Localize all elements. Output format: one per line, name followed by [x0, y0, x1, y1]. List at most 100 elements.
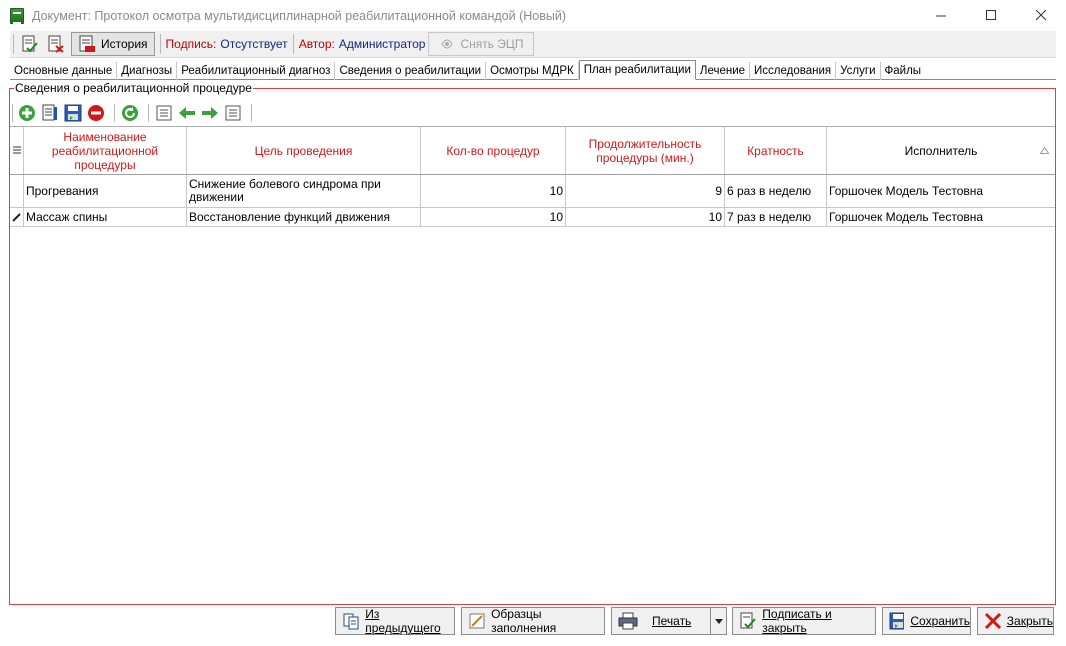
save-disk-icon	[64, 104, 82, 122]
columns-settings-button[interactable]	[223, 103, 243, 123]
column-header-performer[interactable]: Исполнитель	[827, 127, 1055, 174]
cell-performer[interactable]: Горшочек Модель Тестовна	[827, 208, 1055, 226]
toolbar-separator	[292, 34, 294, 54]
copy-from-previous-icon	[343, 613, 359, 630]
samples-pen-icon	[469, 613, 485, 629]
sign-close-icon	[740, 612, 756, 629]
history-log-icon	[79, 35, 95, 52]
maximize-button[interactable]	[966, 0, 1016, 31]
fill-samples-button[interactable]: Образцы заполнения	[461, 607, 605, 635]
tab-services[interactable]: Услуги	[836, 62, 881, 80]
cell-duration[interactable]: 10	[566, 208, 725, 226]
toolbar-separator	[114, 104, 115, 122]
table-row[interactable]: Массаж спины Восстановление функций движ…	[10, 208, 1055, 227]
minimize-button[interactable]	[916, 0, 966, 31]
delete-procedure-button[interactable]	[86, 103, 106, 123]
close-icon	[1035, 10, 1046, 21]
maximize-icon	[985, 10, 996, 20]
toolbar-separator	[159, 34, 161, 54]
minimize-icon	[935, 15, 946, 17]
group-legend: Сведения о реабилитационной процедуре	[14, 81, 253, 95]
remove-signature-label: Снять ЭЦП	[460, 37, 524, 51]
row-selector-header[interactable]	[10, 127, 24, 174]
toolbar-separator	[251, 104, 252, 122]
unsign-document-button[interactable]	[45, 33, 67, 55]
cell-count[interactable]: 10	[421, 208, 566, 226]
cell-frequency[interactable]: 7 раз в неделю	[725, 208, 827, 226]
column-header-goal[interactable]: Цель проведения	[187, 127, 421, 174]
signature-label: Подпись:	[165, 37, 217, 51]
pencil-edit-icon	[12, 212, 21, 222]
remove-signature-icon	[441, 39, 454, 49]
sort-ascending-icon	[1040, 147, 1049, 154]
cell-name[interactable]: Массаж спины	[24, 208, 187, 226]
document-check-icon	[22, 35, 38, 53]
remove-signature-button[interactable]: Снять ЭЦП	[428, 32, 535, 56]
document-cross-icon	[48, 35, 64, 53]
tab-diagnoses[interactable]: Диагнозы	[117, 62, 178, 80]
arrow-right-icon	[202, 107, 218, 119]
column-header-frequency[interactable]: Кратность	[725, 127, 827, 174]
print-button[interactable]: Печать	[611, 607, 711, 635]
edit-procedure-button[interactable]	[40, 103, 60, 123]
column-header-name[interactable]: Наименование реабилитационной процедуры	[24, 127, 187, 174]
add-procedure-button[interactable]	[17, 103, 37, 123]
procedures-table: Наименование реабилитационной процедуры …	[10, 126, 1055, 604]
sign-document-button[interactable]	[19, 33, 41, 55]
from-previous-label: Из предыдущего	[365, 607, 441, 635]
row-indicator[interactable]	[10, 175, 24, 207]
author-value: Администратор	[338, 37, 426, 51]
print-label: Печать	[652, 614, 692, 628]
save-button[interactable]: Сохранить	[882, 607, 971, 635]
tab-rehab-info[interactable]: Сведения о реабилитации	[335, 62, 487, 80]
tab-rehab-plan[interactable]: План реабилитации	[578, 60, 696, 80]
refresh-button[interactable]	[120, 103, 140, 123]
cell-goal[interactable]: Снижение болевого синдрома при движении	[187, 175, 421, 207]
close-window-button[interactable]	[1016, 0, 1066, 31]
tab-files[interactable]: Файлы	[881, 62, 926, 80]
sign-and-close-button[interactable]: Подписать и закрыть	[732, 607, 876, 635]
author-label: Автор:	[298, 37, 335, 51]
column-header-duration[interactable]: Продолжительность процедуры (мин.)	[566, 127, 725, 174]
column-chooser-icon	[12, 146, 21, 153]
history-label: История	[101, 37, 148, 51]
tab-rehab-diagnosis[interactable]: Реабилитационный диагноз	[177, 62, 336, 80]
add-icon	[19, 105, 35, 121]
cell-performer[interactable]: Горшочек Модель Тестовна	[827, 175, 1055, 207]
performer-header-label: Исполнитель	[904, 143, 978, 158]
tab-mdrk-exams[interactable]: Осмотры МДРК	[486, 62, 579, 80]
refresh-icon	[122, 105, 138, 121]
from-previous-button[interactable]: Из предыдущего	[335, 607, 455, 635]
document-app-icon	[10, 7, 24, 24]
toolbar-separator	[13, 34, 14, 54]
close-label: Закрыть	[1006, 614, 1053, 628]
toolbar-separator	[12, 104, 13, 122]
document-toolbar: История Подпись: Отсутствует Автор: Адми…	[10, 31, 1056, 58]
window-title: Документ: Протокол осмотра мультидисципл…	[32, 8, 566, 23]
cell-goal[interactable]: Восстановление функций движения	[187, 208, 421, 226]
save-disk-icon	[889, 612, 905, 630]
cell-frequency[interactable]: 6 раз в неделю	[725, 175, 827, 207]
columns-list-icon	[156, 105, 172, 121]
tab-research[interactable]: Исследования	[750, 62, 837, 80]
close-button[interactable]: Закрыть	[977, 607, 1054, 635]
move-left-button[interactable]	[177, 103, 197, 123]
procedure-toolbar	[12, 102, 257, 124]
columns-button[interactable]	[154, 103, 174, 123]
save-procedure-button[interactable]	[63, 103, 83, 123]
print-dropdown-button[interactable]	[710, 607, 727, 635]
cell-name[interactable]: Прогревания	[24, 175, 187, 207]
cell-duration[interactable]: 9	[566, 175, 725, 207]
table-row[interactable]: Прогревания Снижение болевого синдрома п…	[10, 175, 1055, 208]
row-indicator[interactable]	[10, 208, 24, 226]
close-red-x-icon	[984, 612, 1001, 630]
tab-main-data[interactable]: Основные данные	[10, 62, 118, 80]
history-button[interactable]: История	[71, 32, 155, 56]
sign-and-close-label: Подписать и закрыть	[762, 607, 832, 635]
save-label: Сохранить	[910, 614, 970, 628]
tab-treatment[interactable]: Лечение	[696, 62, 751, 80]
signature-value: Отсутствует	[220, 37, 288, 51]
cell-count[interactable]: 10	[421, 175, 566, 207]
move-right-button[interactable]	[200, 103, 220, 123]
column-header-count[interactable]: Кол-во процедур	[421, 127, 566, 174]
